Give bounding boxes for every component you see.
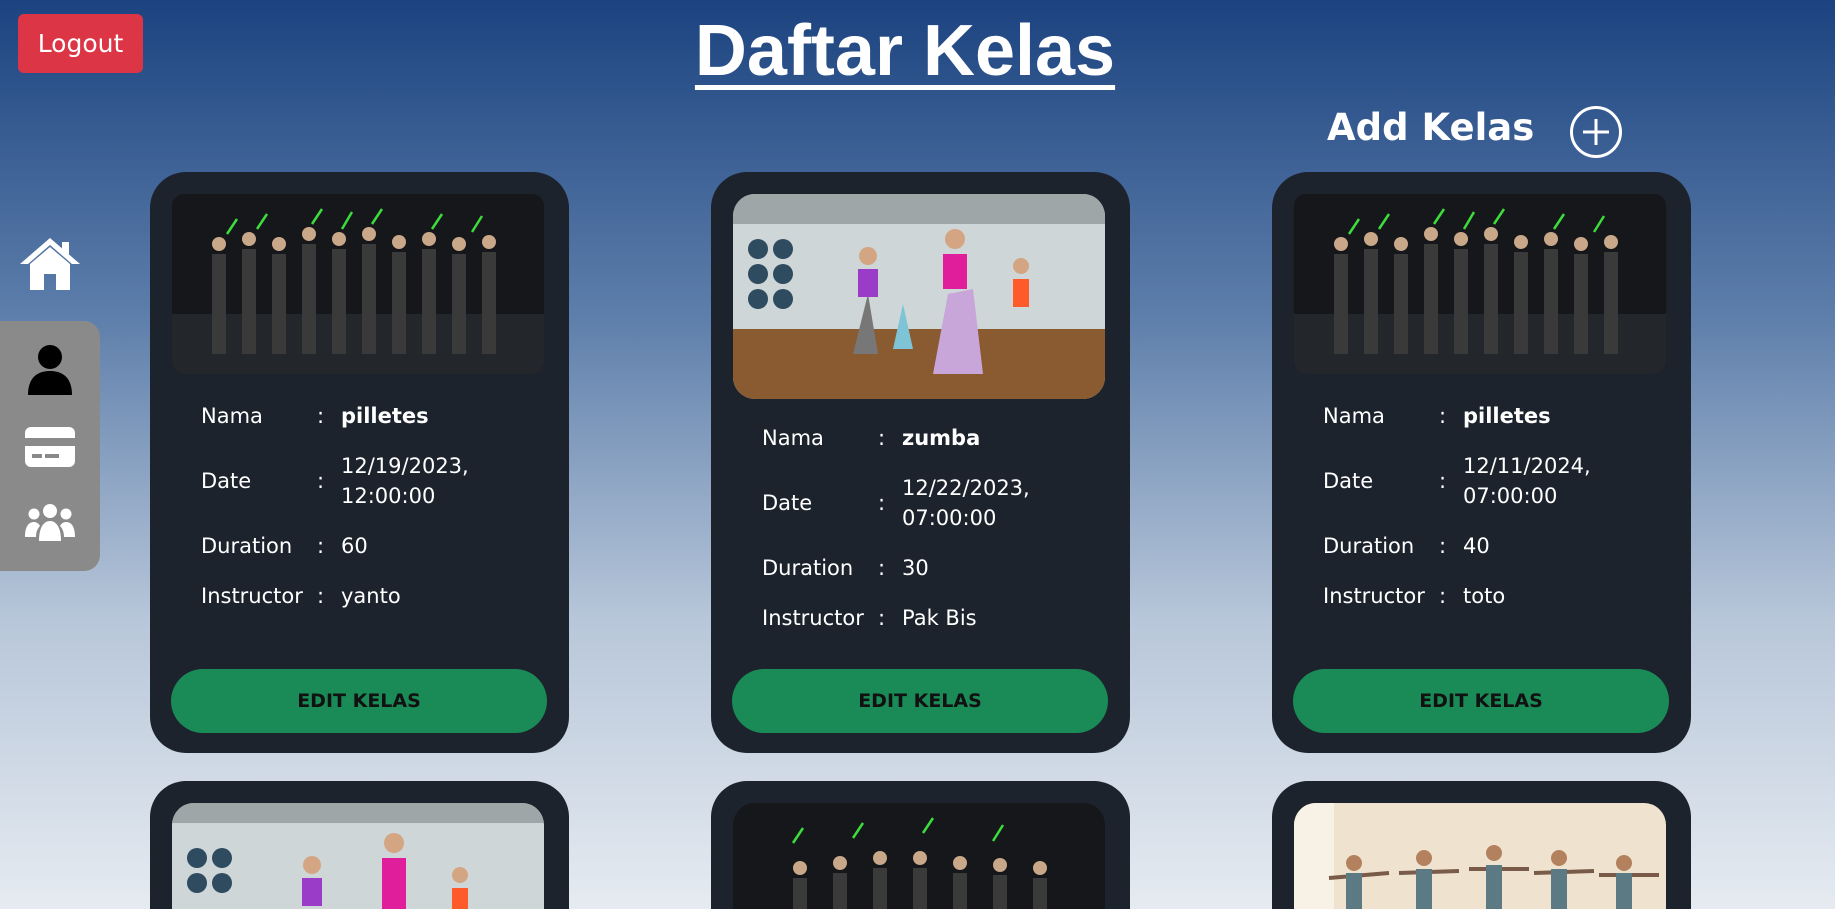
class-image	[733, 803, 1105, 909]
class-instructor: Pak Bis	[902, 606, 977, 630]
edit-kelas-button[interactable]: EDIT KELAS	[732, 669, 1108, 733]
add-kelas: Add Kelas	[1327, 106, 1622, 158]
class-name: zumba	[902, 426, 981, 450]
class-date: 12/11/2024, 07:00:00	[1463, 454, 1591, 508]
user-icon[interactable]	[24, 343, 76, 395]
class-name: pilletes	[341, 404, 429, 428]
class-image	[733, 194, 1105, 399]
class-image	[1294, 803, 1666, 909]
add-kelas-label: Add Kelas	[1327, 106, 1535, 149]
edit-kelas-button[interactable]: EDIT KELAS	[171, 669, 547, 733]
class-card: Nama: zumba Date:12/22/2023, 07:00:00 Dur…	[711, 172, 1130, 753]
class-info: Nama: pilletes Date:12/11/2024, 07:00:00 …	[1323, 401, 1663, 631]
credit-card-icon[interactable]	[24, 421, 76, 473]
class-date: 12/22/2023, 07:00:00	[902, 476, 1030, 530]
class-card: Nama: pilletes Date:12/19/2023, 12:00:00 …	[150, 172, 569, 753]
class-instructor: yanto	[341, 584, 401, 608]
class-card: Nama: pilletes Date:12/11/2024, 07:00:00 …	[1272, 172, 1691, 753]
home-icon[interactable]	[18, 236, 82, 292]
class-duration: 40	[1463, 534, 1490, 558]
class-instructor: toto	[1463, 584, 1506, 608]
edit-kelas-button[interactable]: EDIT KELAS	[1293, 669, 1669, 733]
class-image	[1294, 194, 1666, 374]
users-group-icon[interactable]	[24, 497, 76, 549]
sidebar	[0, 321, 100, 571]
class-duration: 30	[902, 556, 929, 580]
class-date: 12/19/2023, 12:00:00	[341, 454, 469, 508]
class-name: pilletes	[1463, 404, 1551, 428]
add-kelas-button[interactable]	[1570, 106, 1622, 158]
class-info: Nama: pilletes Date:12/19/2023, 12:00:00 …	[201, 401, 541, 631]
class-duration: 60	[341, 534, 368, 558]
class-card	[1272, 781, 1691, 909]
class-image	[172, 803, 544, 909]
page-title: Daftar Kelas	[694, 11, 1116, 91]
class-card	[150, 781, 569, 909]
class-card	[711, 781, 1130, 909]
class-image	[172, 194, 544, 374]
class-info: Nama: zumba Date:12/22/2023, 07:00:00 Dur…	[762, 423, 1102, 653]
